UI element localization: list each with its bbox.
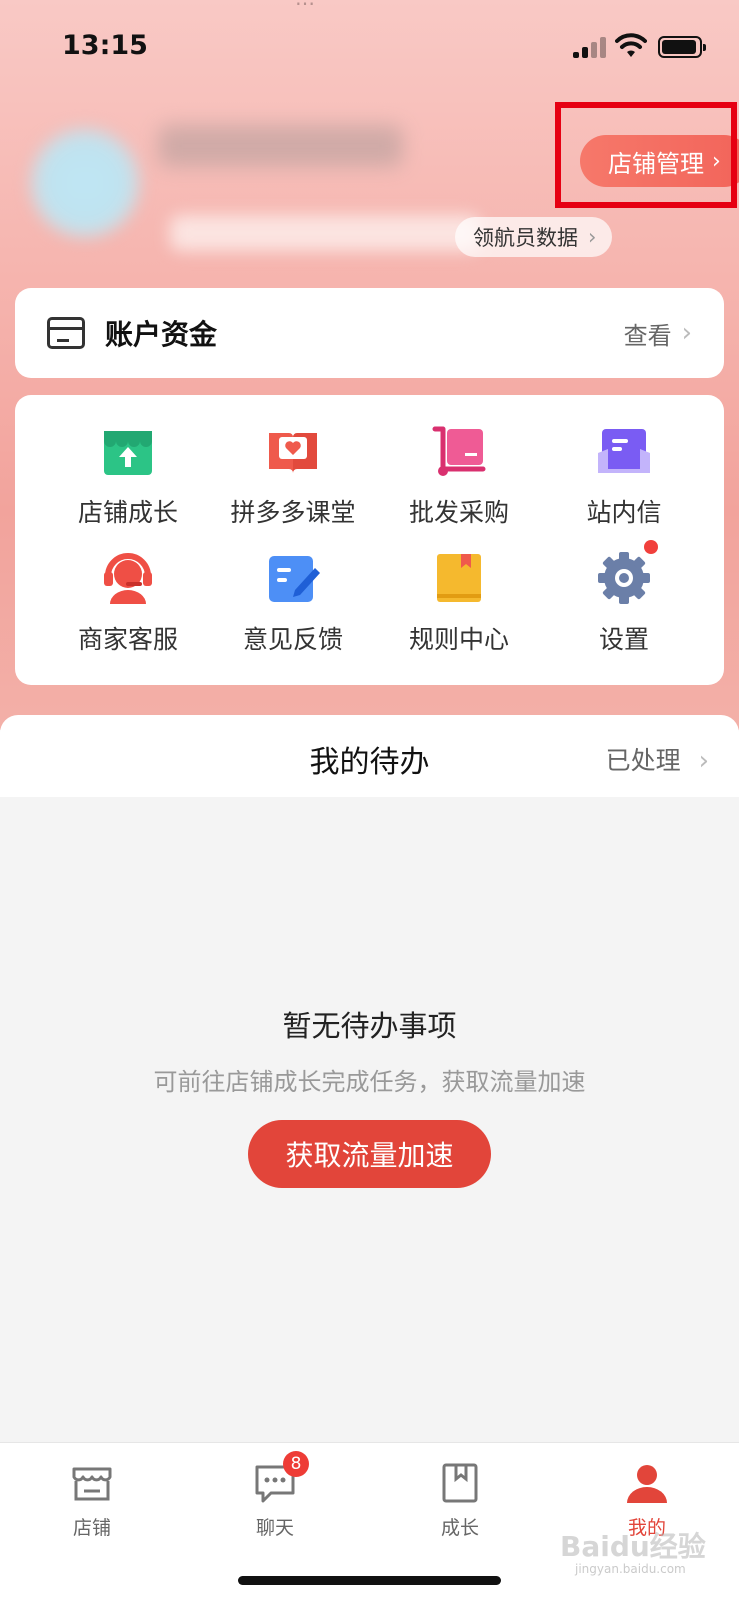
grid-item-wholesale[interactable]: 批发采购 — [374, 423, 544, 529]
message-inbox-icon — [596, 423, 652, 479]
notification-dot — [644, 540, 658, 554]
processed-link[interactable]: 已处理 › — [606, 741, 709, 777]
tab-label: 店铺 — [72, 1517, 111, 1539]
account-view-link[interactable]: 查看 — [624, 316, 672, 351]
shop-name-blurred — [158, 125, 403, 167]
battery-icon — [658, 36, 706, 58]
account-funds-card[interactable]: 账户资金 查看 › — [15, 288, 724, 378]
processed-label: 已处理 — [605, 746, 681, 775]
watermark-sub: jingyan.baidu.com — [575, 1562, 686, 1576]
course-book-icon — [265, 423, 321, 479]
user-icon — [625, 1461, 669, 1505]
rule-book-icon — [431, 550, 487, 606]
tab-label: 聊天 — [255, 1517, 294, 1539]
store-growth-icon — [100, 423, 156, 479]
grid-item-label: 站内信 — [586, 498, 662, 527]
tab-label: 成长 — [440, 1517, 479, 1539]
empty-state-title: 暂无待办事项 — [282, 1009, 457, 1043]
chat-icon: 8 — [253, 1451, 309, 1505]
bookmark-icon — [438, 1461, 482, 1505]
grid-item-customer-service[interactable]: 商家客服 — [43, 550, 213, 656]
chevron-right-icon: › — [588, 225, 597, 249]
empty-state-subtitle: 可前往店铺成长完成任务，获取流量加速 — [153, 1068, 586, 1096]
tab-growth[interactable]: 成长 — [400, 1461, 520, 1540]
gear-icon — [596, 540, 658, 606]
grid-item-label: 商家客服 — [77, 625, 178, 654]
feedback-edit-icon — [265, 550, 321, 606]
grid-item-feedback[interactable]: 意见反馈 — [208, 550, 378, 656]
grid-item-label: 规则中心 — [408, 625, 509, 654]
wholesale-cart-icon — [431, 423, 487, 479]
grid-item-label: 设置 — [598, 625, 649, 654]
tab-store[interactable]: 店铺 — [32, 1461, 152, 1540]
wifi-icon — [615, 33, 647, 57]
status-bar: … 13:15 — [0, 0, 739, 95]
grid-item-label: 店铺成长 — [77, 498, 178, 527]
status-time: 13:15 — [62, 30, 148, 61]
tab-chat[interactable]: 8 聊天 — [215, 1451, 335, 1540]
tools-grid-card: 店铺成长 拼多多课堂 批发采购 站内信 商家客服 意见反馈 规则中心 设置 — [15, 395, 724, 685]
grid-item-rules[interactable]: 规则中心 — [374, 550, 544, 656]
grid-item-course[interactable]: 拼多多课堂 — [208, 423, 378, 529]
todo-header: 我的待办 已处理 › — [0, 715, 739, 797]
store-icon — [70, 1461, 114, 1505]
grid-item-label: 批发采购 — [408, 498, 509, 527]
navigator-data-button[interactable]: 领航员数据 › — [455, 217, 613, 257]
avatar[interactable] — [30, 128, 140, 238]
grid-item-inbox[interactable]: 站内信 — [539, 423, 709, 529]
unread-badge: 8 — [283, 1451, 309, 1477]
navigator-data-label: 领航员数据 — [473, 226, 578, 250]
home-indicator — [238, 1576, 501, 1585]
top-partial-text: … — [295, 0, 315, 10]
grid-item-label: 意见反馈 — [242, 625, 343, 654]
cellular-signal-icon — [573, 36, 607, 58]
chevron-right-icon: › — [681, 318, 692, 348]
watermark: Baidu经验 — [560, 1530, 706, 1563]
grid-item-settings[interactable]: 设置 — [539, 540, 709, 656]
shop-info-blurred — [170, 215, 480, 251]
wallet-card-icon — [47, 317, 85, 349]
grid-item-label: 拼多多课堂 — [230, 498, 356, 527]
customer-service-icon — [100, 550, 156, 606]
grid-item-store-growth[interactable]: 店铺成长 — [43, 423, 213, 529]
account-funds-title: 账户资金 — [105, 318, 218, 351]
highlight-annotation-box — [555, 102, 737, 208]
get-traffic-boost-button[interactable]: 获取流量加速 — [248, 1120, 491, 1188]
chevron-right-icon: › — [698, 746, 709, 776]
